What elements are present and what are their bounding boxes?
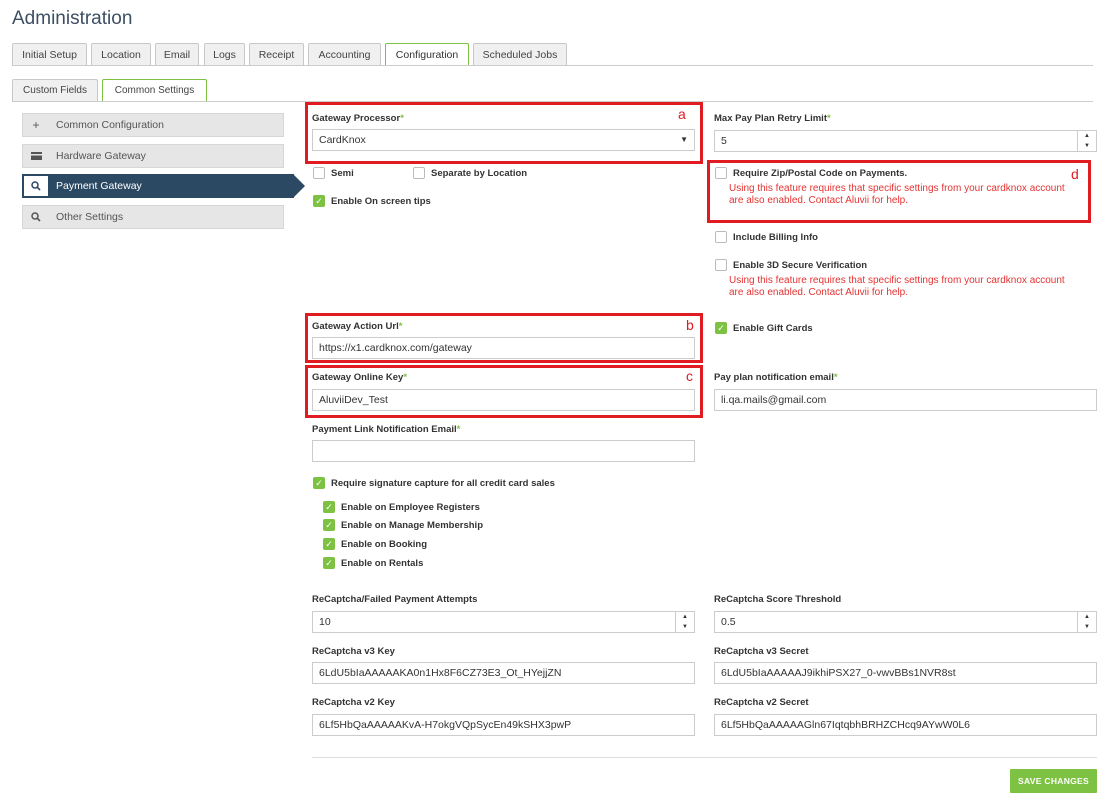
- sidebar-item-common-configuration[interactable]: + Common Configuration: [22, 113, 284, 137]
- enable-manage-membership-label: Enable on Manage Membership: [341, 520, 483, 531]
- include-billing-checkbox[interactable]: [715, 231, 727, 243]
- recaptcha-score-value: 0.5: [721, 616, 736, 628]
- sidebar-item-label: Hardware Gateway: [56, 150, 146, 162]
- payment-link-email-label: Payment Link Notification Email*: [312, 424, 461, 435]
- recaptcha-v3-key-input[interactable]: 6LdU5bIaAAAAAKA0n1Hx8F6CZ73E3_Ot_HYejjZN: [312, 662, 695, 684]
- subtab-custom-fields[interactable]: Custom Fields: [12, 79, 98, 101]
- recaptcha-v3-secret-label: ReCaptcha v3 Secret: [714, 646, 809, 657]
- separate-by-location-label: Separate by Location: [431, 168, 528, 179]
- include-billing-label: Include Billing Info: [733, 232, 818, 243]
- semi-checkbox[interactable]: [313, 167, 325, 179]
- pay-plan-email-label: Pay plan notification email*: [714, 372, 838, 383]
- enable-booking-label: Enable on Booking: [341, 539, 428, 550]
- annotation-box-d: [707, 160, 1091, 223]
- payment-link-email-input[interactable]: [312, 440, 695, 462]
- plus-icon: +: [32, 118, 40, 132]
- require-signature-checkbox[interactable]: ✓: [313, 477, 325, 489]
- annotation-box-a: [305, 102, 703, 164]
- stepper-icon[interactable]: ▲ ▼: [1077, 612, 1096, 632]
- tab-email[interactable]: Email: [155, 43, 199, 65]
- recaptcha-failed-attempts-value: 10: [319, 616, 331, 628]
- save-changes-button[interactable]: SAVE CHANGES: [1010, 769, 1097, 793]
- recaptcha-v2-secret-label: ReCaptcha v2 Secret: [714, 697, 809, 708]
- subtab-common-settings[interactable]: Common Settings: [102, 79, 207, 102]
- sidebar-item-label: Payment Gateway: [56, 180, 142, 192]
- recaptcha-failed-attempts-label: ReCaptcha/Failed Payment Attempts: [312, 594, 478, 605]
- annotation-letter-d: d: [1071, 166, 1079, 182]
- max-pay-plan-retry-input[interactable]: 5 ▲ ▼: [714, 130, 1097, 152]
- annotation-box-c: [305, 365, 703, 418]
- enable-3d-checkbox[interactable]: [715, 259, 727, 271]
- enable-3d-label: Enable 3D Secure Verification: [733, 260, 868, 271]
- footer-divider: [312, 757, 1097, 758]
- stepper-icon[interactable]: ▲ ▼: [675, 612, 694, 632]
- enable-onscreen-tips-label: Enable On screen tips: [331, 196, 431, 207]
- sidebar-item-payment-gateway[interactable]: Payment Gateway: [22, 174, 305, 198]
- sidebar-item-hardware-gateway[interactable]: Hardware Gateway: [22, 144, 284, 168]
- separate-by-location-checkbox[interactable]: [413, 167, 425, 179]
- recaptcha-score-input[interactable]: 0.5 ▲ ▼: [714, 611, 1097, 633]
- recaptcha-v2-key-label: ReCaptcha v2 Key: [312, 697, 395, 708]
- stepper-icon[interactable]: ▲ ▼: [1077, 131, 1096, 151]
- tab-logs[interactable]: Logs: [204, 43, 245, 65]
- enable-gift-cards-checkbox[interactable]: ✓: [715, 322, 727, 334]
- recaptcha-v3-key-label: ReCaptcha v3 Key: [312, 646, 395, 657]
- recaptcha-score-label: ReCaptcha Score Threshold: [714, 594, 842, 605]
- tab-location[interactable]: Location: [91, 43, 151, 65]
- max-pay-plan-retry-label: Max Pay Plan Retry Limit*: [714, 113, 831, 124]
- require-signature-label: Require signature capture for all credit…: [331, 478, 555, 489]
- enable-rentals-checkbox[interactable]: ✓: [323, 557, 335, 569]
- search-icon: [23, 206, 49, 228]
- recaptcha-v3-secret-input[interactable]: 6LdU5bIaAAAAAJ9ikhiPSX27_0-vwvBBs1NVR8st: [714, 662, 1097, 684]
- search-icon: [24, 176, 48, 196]
- recaptcha-v2-secret-input[interactable]: 6Lf5HbQaAAAAAGln67IqtqbhBRHZCHcq9AYwW0L6: [714, 714, 1097, 736]
- tab-configuration[interactable]: Configuration: [385, 43, 469, 66]
- tab-accounting[interactable]: Accounting: [308, 43, 381, 65]
- annotation-letter-a: a: [678, 106, 686, 122]
- tabs-divider: [12, 65, 1093, 66]
- enable-gift-cards-label: Enable Gift Cards: [733, 323, 813, 334]
- card-icon: [23, 145, 49, 167]
- sidebar-item-other-settings[interactable]: Other Settings: [22, 205, 284, 229]
- semi-label: Semi: [331, 168, 354, 179]
- enable-employee-registers-checkbox[interactable]: ✓: [323, 501, 335, 513]
- enable-booking-checkbox[interactable]: ✓: [323, 538, 335, 550]
- max-pay-plan-retry-value: 5: [721, 135, 727, 147]
- enable-rentals-label: Enable on Rentals: [341, 558, 424, 569]
- enable-manage-membership-checkbox[interactable]: ✓: [323, 519, 335, 531]
- annotation-box-b: [305, 313, 703, 363]
- recaptcha-failed-attempts-input[interactable]: 10 ▲ ▼: [312, 611, 695, 633]
- annotation-letter-b: b: [686, 317, 694, 333]
- annotation-letter-c: c: [686, 368, 693, 384]
- tab-scheduled-jobs[interactable]: Scheduled Jobs: [473, 43, 567, 65]
- tab-initial-setup[interactable]: Initial Setup: [12, 43, 87, 65]
- sidebar-item-label: Other Settings: [56, 211, 124, 223]
- recaptcha-v2-key-input[interactable]: 6Lf5HbQaAAAAAKvA-H7okgVQpSycEn49kSHX3pwP: [312, 714, 695, 736]
- enable-onscreen-tips-checkbox[interactable]: ✓: [313, 195, 325, 207]
- tab-receipt[interactable]: Receipt: [249, 43, 304, 65]
- page-title: Administration: [12, 8, 133, 29]
- enable-employee-registers-label: Enable on Employee Registers: [341, 502, 480, 513]
- pay-plan-email-input[interactable]: li.qa.mails@gmail.com: [714, 389, 1097, 411]
- three-d-warning-text: Using this feature requires that specifi…: [729, 275, 1065, 298]
- sidebar-item-label: Common Configuration: [56, 119, 164, 131]
